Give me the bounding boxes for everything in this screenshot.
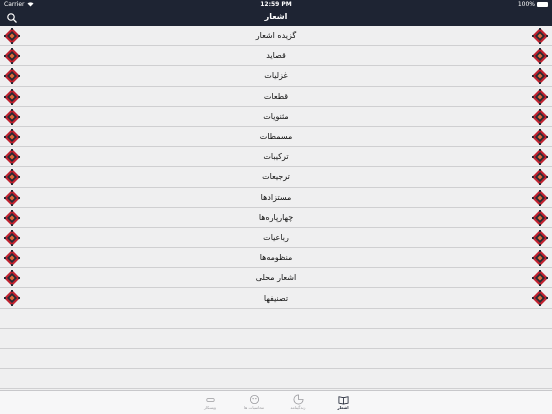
ornament-right-icon	[532, 169, 548, 186]
ornament-left-icon	[4, 209, 20, 226]
empty-row	[0, 369, 552, 390]
list-item-label: قصاید	[266, 51, 286, 61]
list-item-label: منظومه‌ها	[259, 253, 293, 263]
category-list: گزیده اشعار قصاید غزلیات قطعات مثنویات مسمطات…	[0, 26, 552, 390]
ornament-left-icon	[4, 48, 20, 65]
status-right: 100%	[518, 1, 548, 8]
tab-viskar[interactable]: ویسکار	[190, 394, 230, 410]
list-item-label: قطعات	[263, 91, 289, 101]
ornament-left-icon	[4, 68, 20, 85]
book-icon	[338, 396, 348, 405]
tab-biography[interactable]: زندگینامه	[278, 394, 318, 410]
list-item[interactable]: ترجیعات	[0, 167, 552, 188]
ornament-right-icon	[532, 88, 548, 105]
list-item-label: رباعیات	[263, 232, 289, 242]
tab-calculations[interactable]: محاسبات ها	[234, 394, 274, 410]
list-item[interactable]: قطعات	[0, 86, 552, 107]
empty-row	[0, 329, 552, 349]
list-item[interactable]: تصنیفها	[0, 288, 552, 309]
list-item[interactable]: منظومه‌ها	[0, 248, 552, 269]
ornament-right-icon	[532, 48, 548, 65]
ornament-right-icon	[532, 209, 548, 226]
ornament-right-icon	[532, 229, 548, 246]
ornament-right-icon	[532, 290, 548, 307]
list-item[interactable]: اشعار محلی	[0, 268, 552, 289]
list-item[interactable]: چهارپاره‌ها	[0, 207, 552, 228]
navigation-bar: اشعار	[0, 10, 552, 26]
ornament-right-icon	[532, 250, 548, 267]
list-item-label: مثنویات	[263, 111, 289, 121]
ornament-left-icon	[4, 149, 20, 166]
ornament-left-icon	[4, 28, 20, 44]
list-item-label: گزیده اشعار	[255, 31, 297, 41]
list-item-label: مسمطات	[259, 132, 293, 142]
chart-icon	[293, 394, 303, 405]
ornament-right-icon	[532, 189, 548, 206]
status-time: 12:59 PM	[260, 1, 292, 8]
list-item[interactable]: مستزادها	[0, 187, 552, 208]
ellipsis-icon	[205, 398, 215, 402]
ornament-left-icon	[4, 290, 20, 307]
list-item-label: ترجیعات	[262, 172, 290, 182]
list-item-label: اشعار محلی	[255, 273, 297, 283]
list-item[interactable]: غزلیات	[0, 66, 552, 87]
ornament-left-icon	[4, 169, 20, 186]
ornament-right-icon	[532, 270, 548, 287]
tab-poems[interactable]: اشعار	[323, 394, 363, 410]
list-item-label: ترکیبات	[263, 152, 289, 162]
list-item-label: مستزادها	[260, 192, 292, 202]
list-item[interactable]: مثنویات	[0, 106, 552, 127]
ornament-left-icon	[4, 88, 20, 105]
ornament-right-icon	[532, 108, 548, 125]
ornament-right-icon	[532, 149, 548, 166]
battery-icon	[537, 2, 548, 7]
ornament-left-icon	[4, 108, 20, 125]
empty-row	[0, 349, 552, 370]
page-title: اشعار	[264, 12, 288, 21]
list-item[interactable]: گزیده اشعار	[0, 26, 552, 47]
ornament-right-icon	[532, 128, 548, 145]
ornament-left-icon	[4, 229, 20, 246]
list-item[interactable]: قصاید	[0, 46, 552, 67]
ornament-left-icon	[4, 128, 20, 145]
tab-label: ویسکار	[204, 405, 216, 410]
list-item-label: تصنیفها	[263, 293, 289, 303]
ornament-left-icon	[4, 189, 20, 206]
smiley-icon	[249, 394, 259, 405]
ornament-left-icon	[4, 270, 20, 287]
list-item-label: غزلیات	[264, 71, 288, 81]
tab-label: زندگینامه	[290, 405, 306, 410]
ornament-left-icon	[4, 250, 20, 267]
list-item[interactable]: ترکیبات	[0, 147, 552, 168]
ornament-right-icon	[532, 28, 548, 44]
status-bar: Carrier 12:59 PM 100%	[0, 0, 552, 10]
list-item-label: چهارپاره‌ها	[258, 212, 294, 222]
tab-bar: ویسکار محاسبات ها زندگینامه اشعار	[0, 390, 552, 414]
tab-label: اشعار	[337, 405, 349, 410]
ornament-right-icon	[532, 68, 548, 85]
tab-label: محاسبات ها	[243, 405, 265, 410]
list-item[interactable]: مسمطات	[0, 126, 552, 148]
list-item[interactable]: رباعیات	[0, 227, 552, 249]
battery-percent: 100%	[517, 1, 535, 8]
empty-row	[0, 309, 552, 329]
